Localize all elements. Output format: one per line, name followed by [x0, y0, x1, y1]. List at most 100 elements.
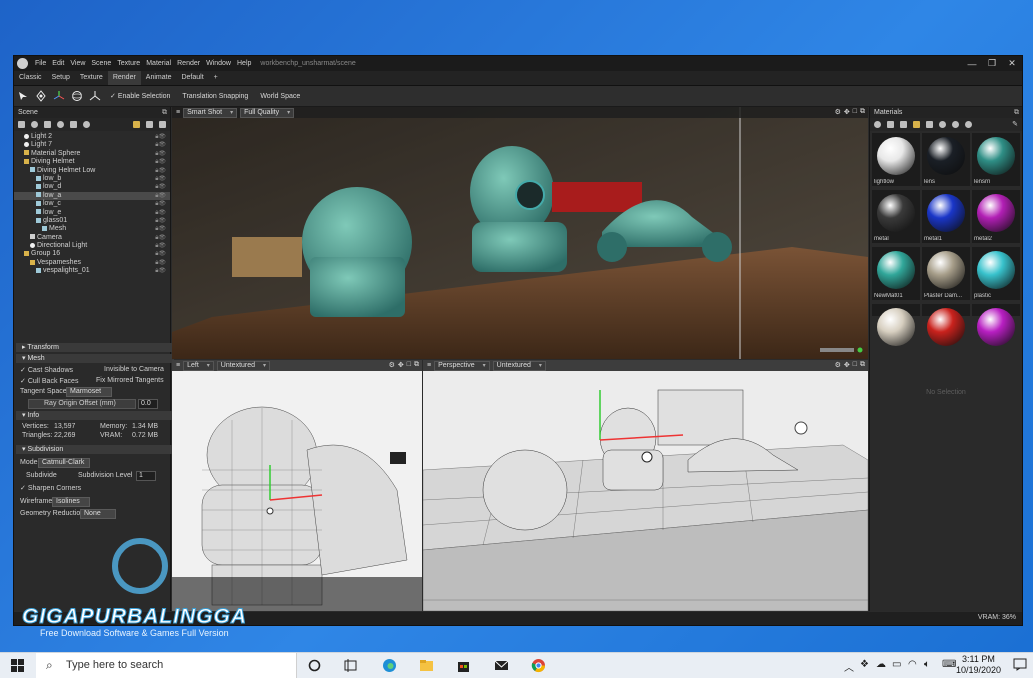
camera-dropdown[interactable]: Smart Shot	[183, 107, 238, 118]
perspective-viewport[interactable]: ≡ Perspective Untextured ⚙ ✥ □ ⧉	[423, 360, 868, 611]
cancel-icon[interactable]	[952, 121, 959, 128]
material-swatch[interactable]: NewMat01	[872, 247, 920, 300]
add-object-icon[interactable]	[18, 121, 25, 128]
system-clock[interactable]: 3:11 PM 10/19/2020	[956, 654, 1001, 676]
tab-texture[interactable]: Texture	[75, 71, 108, 85]
tab-setup[interactable]: Setup	[47, 71, 75, 85]
main-viewport[interactable]: ≡ Smart Shot Full Quality ⚙ ✥ □ ⧉	[172, 107, 868, 359]
notifications-icon[interactable]	[1013, 658, 1027, 671]
tangent-space-dropdown[interactable]: Marmoset	[66, 387, 112, 397]
menu-material[interactable]: Material	[143, 60, 174, 67]
left-viewport[interactable]: ≡ Left Untextured ⚙ ✥ □ ⧉	[172, 360, 422, 611]
ray-origin-offset-input[interactable]: 0.0	[138, 399, 158, 409]
scene-tree-item[interactable]: low_c 🔒︎👁︎	[14, 200, 170, 208]
folder-icon[interactable]	[913, 121, 920, 128]
material-swatch[interactable]: metal	[872, 190, 920, 243]
tab-animate[interactable]: Animate	[141, 71, 177, 85]
perspective-shading-dropdown[interactable]: Untextured	[492, 360, 546, 371]
wireframe-dropdown[interactable]: Isolines	[52, 497, 90, 507]
move-tool-icon[interactable]	[35, 90, 47, 102]
lock-visibility-icon[interactable]: 🔒︎👁︎	[155, 158, 166, 166]
maximize-viewport-icon[interactable]: □	[853, 108, 857, 116]
move-view-icon[interactable]: ✥	[844, 361, 850, 369]
material-swatch[interactable]	[922, 304, 970, 346]
popout-icon[interactable]: ⧉	[1014, 107, 1019, 118]
lock-visibility-icon[interactable]: 🔒︎👁︎	[155, 267, 166, 275]
settings-icon[interactable]	[965, 121, 972, 128]
enable-selection-toggle[interactable]: Enable Selection	[110, 92, 171, 100]
left-camera-dropdown[interactable]: Left	[183, 360, 214, 371]
keyboard-icon[interactable]: ⌨	[942, 659, 956, 670]
maximize-viewport-icon[interactable]: □	[407, 361, 411, 369]
refresh-icon[interactable]	[939, 121, 946, 128]
material-swatch[interactable]: lensrn	[972, 133, 1020, 186]
fix-mirrored-tangents-checkbox[interactable]: Fix Mirrored Tangents	[96, 377, 164, 384]
mail-icon[interactable]	[494, 658, 509, 673]
lock-visibility-icon[interactable]: 🔒︎👁︎	[155, 200, 166, 208]
scene-tree-item[interactable]: Diving Helmet Low 🔒︎👁︎	[14, 167, 170, 175]
scene-tree-item[interactable]: Light 2 🔒︎👁︎	[14, 133, 170, 141]
scene-tree-item[interactable]: Diving Helmet 🔒︎👁︎	[14, 158, 170, 166]
duplicate-icon[interactable]	[146, 121, 153, 128]
scale-gizmo-icon[interactable]	[89, 90, 101, 102]
scene-tree-item[interactable]: Group 16 🔒︎👁︎	[14, 250, 170, 258]
lock-visibility-icon[interactable]: 🔒︎👁︎	[155, 209, 166, 217]
pick-material-icon[interactable]	[887, 121, 894, 128]
sharpen-corners-checkbox[interactable]: Sharpen Corners	[20, 484, 81, 492]
tray-chevron-icon[interactable]: ︿	[844, 659, 854, 674]
battery-tray-icon[interactable]: ▭	[892, 659, 901, 670]
add-light-icon[interactable]	[31, 121, 38, 128]
world-space-toggle[interactable]: World Space	[260, 93, 300, 100]
transform-section-header[interactable]: ▸ Transform	[16, 343, 174, 352]
copy-material-icon[interactable]	[900, 121, 907, 128]
tab-classic[interactable]: Classic	[14, 71, 47, 85]
tab-default[interactable]: Default	[176, 71, 208, 85]
cast-shadows-checkbox[interactable]: Cast Shadows	[20, 366, 73, 374]
select-arrow-icon[interactable]	[17, 90, 29, 102]
perspective-camera-dropdown[interactable]: Perspective	[434, 360, 490, 371]
new-folder-icon[interactable]	[133, 121, 140, 128]
move-view-icon[interactable]: ✥	[844, 108, 850, 116]
mesh-section-header[interactable]: ▾ Mesh	[16, 354, 174, 363]
translate-gizmo-icon[interactable]	[53, 90, 65, 102]
popout-icon[interactable]: ⧉	[860, 361, 865, 369]
scene-tree-item[interactable]: Mesh 🔒︎👁︎	[14, 225, 170, 233]
popout-icon[interactable]: ⧉	[414, 361, 419, 369]
menu-help[interactable]: Help	[234, 60, 254, 67]
material-swatch[interactable]	[872, 304, 920, 346]
cortana-icon[interactable]	[307, 658, 322, 673]
lock-visibility-icon[interactable]: 🔒︎👁︎	[155, 183, 166, 191]
scene-tree-item[interactable]: Light 7 🔒︎👁︎	[14, 141, 170, 149]
rotate-gizmo-icon[interactable]	[71, 90, 83, 102]
menu-edit[interactable]: Edit	[49, 60, 67, 67]
onedrive-tray-icon[interactable]: ☁	[876, 659, 886, 670]
menu-scene[interactable]: Scene	[88, 60, 114, 67]
lock-visibility-icon[interactable]: 🔒︎👁︎	[155, 217, 166, 225]
lock-visibility-icon[interactable]: 🔒︎👁︎	[155, 175, 166, 183]
subdivide-button[interactable]: Subdivide	[26, 472, 57, 479]
viewport-menu-icon[interactable]: ≡	[176, 362, 180, 369]
subdivision-level-input[interactable]: 1	[136, 471, 156, 481]
translation-snapping-toggle[interactable]: Translation Snapping	[182, 93, 248, 100]
volume-icon[interactable]: 🔈︎	[924, 659, 930, 670]
scene-tree-item[interactable]: low_e 🔒︎👁︎	[14, 209, 170, 217]
menu-file[interactable]: File	[32, 60, 49, 67]
scene-tree-item[interactable]: low_b 🔒︎👁︎	[14, 175, 170, 183]
lock-visibility-icon[interactable]: 🔒︎👁︎	[155, 242, 166, 250]
settings-gear-icon[interactable]: ⚙	[835, 361, 841, 369]
task-view-icon[interactable]	[343, 658, 358, 673]
move-view-icon[interactable]: ✥	[398, 361, 404, 369]
taskbar-search-box[interactable]: ⌕ Type here to search	[36, 653, 297, 678]
scene-tree-item[interactable]: low_a 🔒︎👁︎	[14, 191, 170, 201]
maximize-button[interactable]: ❐	[982, 56, 1002, 71]
file-explorer-icon[interactable]	[419, 658, 434, 673]
settings-gear-icon[interactable]: ⚙	[389, 361, 395, 369]
add-audio-icon[interactable]	[83, 121, 90, 128]
add-sky-icon[interactable]	[57, 121, 64, 128]
material-swatch[interactable]: metal2	[972, 190, 1020, 243]
maximize-viewport-icon[interactable]: □	[853, 361, 857, 369]
add-shadow-catcher-icon[interactable]	[70, 121, 77, 128]
lock-visibility-icon[interactable]: 🔒︎👁︎	[155, 259, 166, 267]
popout-icon[interactable]: ⧉	[860, 108, 865, 116]
lock-visibility-icon[interactable]: 🔒︎👁︎	[155, 141, 166, 149]
